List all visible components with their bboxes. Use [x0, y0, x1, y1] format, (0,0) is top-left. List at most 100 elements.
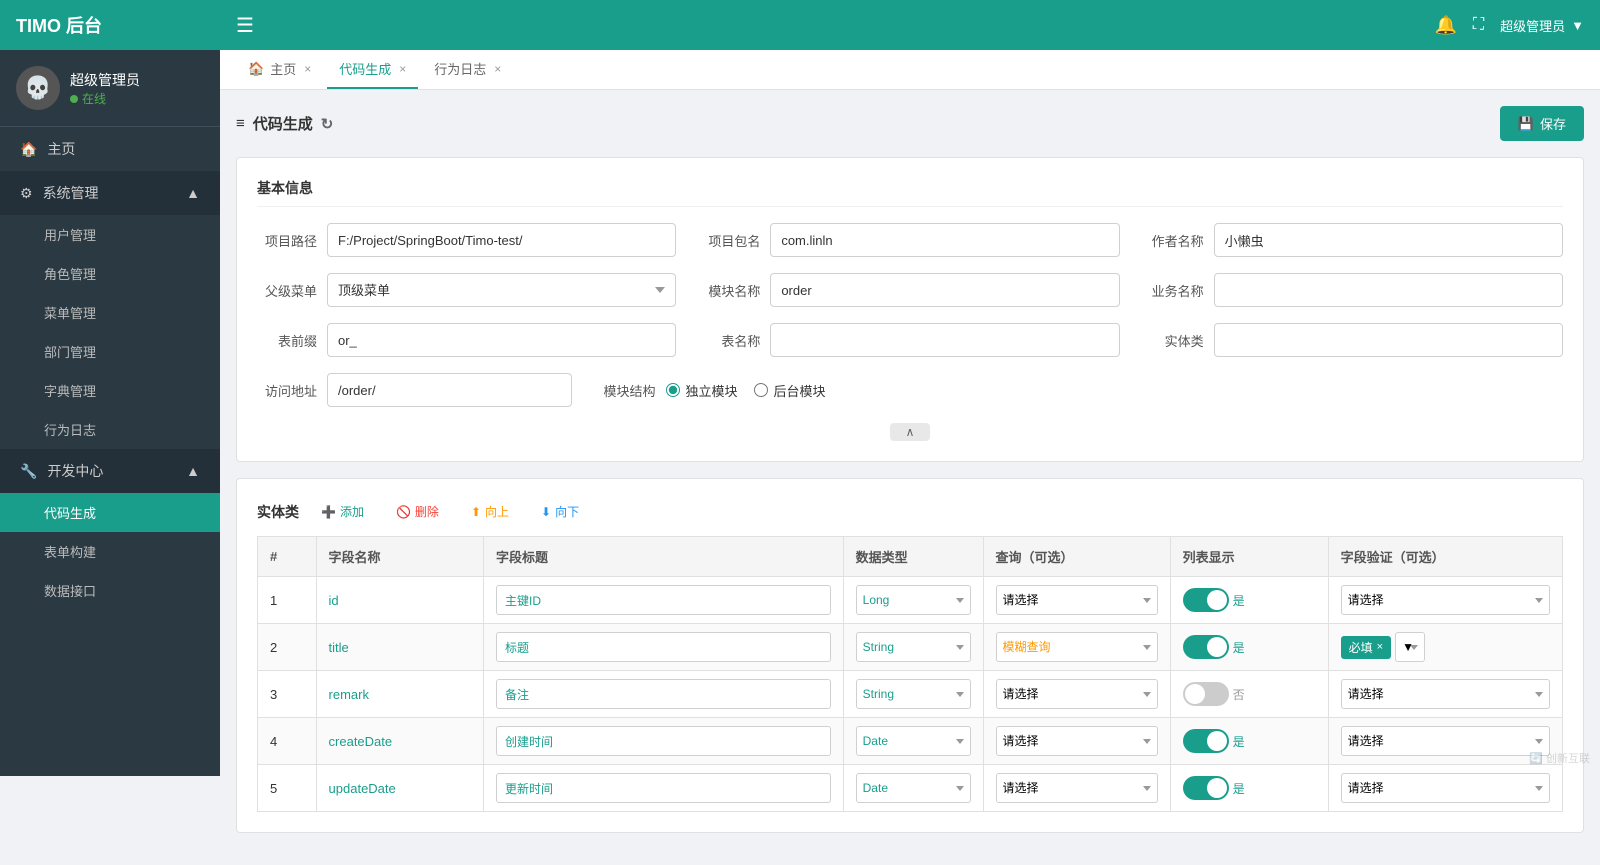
user-status: 在线 [70, 90, 140, 107]
move-down-button[interactable]: ⬇ 向下 [531, 499, 589, 524]
cell-list-display: 否 [1170, 671, 1328, 718]
input-field-title-remark[interactable] [496, 679, 831, 709]
basic-info-title: 基本信息 [257, 178, 1563, 207]
cell-data-type: Long String Date [843, 718, 983, 765]
input-table-prefix[interactable] [327, 323, 676, 357]
select-validation-createdate[interactable]: 请选择 必填 [1341, 726, 1550, 756]
save-button[interactable]: 💾 保存 [1500, 106, 1584, 141]
chevron-up-icon-2: ▲ [186, 463, 200, 479]
toggle-switch-id[interactable] [1183, 588, 1229, 612]
badge-close-required[interactable]: × [1377, 641, 1383, 653]
label-table-name: 表名称 [700, 331, 760, 350]
toggle-switch-title[interactable] [1183, 635, 1229, 659]
input-package-name[interactable] [770, 223, 1119, 257]
code-gen-tab-close[interactable]: × [399, 62, 406, 76]
sidebar-item-data-api[interactable]: 数据接口 [0, 571, 220, 610]
select-query-id[interactable]: 请选择 精确查询 模糊查询 [996, 585, 1158, 615]
behavior-log-tab-close[interactable]: × [494, 62, 501, 76]
home-tab-close[interactable]: × [304, 62, 311, 76]
select-validation-id[interactable]: 请选择 必填 手机号 [1341, 585, 1550, 615]
field-name-id[interactable]: id [329, 593, 339, 608]
add-field-button[interactable]: ➕ 添加 [311, 499, 374, 524]
chevron-up-icon: ▲ [186, 185, 200, 201]
user-dropdown-icon: ▼ [1571, 18, 1584, 33]
sidebar-item-home[interactable]: 🏠 主页 [0, 127, 220, 171]
table-row: 1 id Long String Date Integ [258, 577, 1563, 624]
devcenter-icon: 🔧 [20, 463, 37, 480]
tab-home[interactable]: 🏠 主页 × [236, 51, 323, 89]
select-parent-menu[interactable]: 顶级菜单 [327, 273, 676, 307]
menu-toggle-icon[interactable]: ☰ [236, 13, 254, 38]
input-author[interactable] [1214, 223, 1563, 257]
toggle-switch-remark[interactable] [1183, 682, 1229, 706]
tab-behavior-log[interactable]: 行为日志 × [422, 51, 513, 89]
select-validation-remark[interactable]: 请选择 必填 [1341, 679, 1550, 709]
sidebar-item-dict-mgmt[interactable]: 字典管理 [0, 371, 220, 410]
cell-list-display: 是 [1170, 624, 1328, 671]
cell-field-name: createDate [316, 718, 484, 765]
field-name-title[interactable]: title [329, 640, 349, 655]
input-field-title-id[interactable] [496, 585, 831, 615]
label-project-path: 项目路径 [257, 231, 317, 250]
refresh-icon[interactable]: ↻ [321, 115, 334, 133]
sidebar-item-role-mgmt[interactable]: 角色管理 [0, 254, 220, 293]
radio-standalone[interactable]: 独立模块 [666, 381, 738, 400]
toggle-switch-updatedate[interactable] [1183, 776, 1229, 800]
sidebar-item-behavior-log[interactable]: 行为日志 [0, 410, 220, 449]
radio-group-module: 独立模块 后台模块 [666, 381, 826, 400]
cell-list-display: 是 [1170, 765, 1328, 812]
cell-list-display: 是 [1170, 718, 1328, 765]
home-tab-label: 主页 [270, 59, 296, 78]
input-biz-name[interactable] [1214, 273, 1563, 307]
input-entity-class[interactable] [1214, 323, 1563, 357]
move-up-button[interactable]: ⬆ 向上 [461, 499, 519, 524]
notification-icon[interactable]: 🔔 [1434, 15, 1456, 36]
select-type-createdate[interactable]: Long String Date [856, 726, 971, 756]
select-query-updatedate[interactable]: 请选择 精确查询 模糊查询 [996, 773, 1158, 803]
sidebar-group-system[interactable]: ⚙ 系统管理 ▲ [0, 171, 220, 215]
input-table-name[interactable] [770, 323, 1119, 357]
sidebar-item-dept-mgmt[interactable]: 部门管理 [0, 332, 220, 371]
sidebar-item-user-mgmt[interactable]: 用户管理 [0, 215, 220, 254]
user-info-text: 超级管理员 在线 [70, 70, 140, 107]
select-validation-title[interactable]: ▼ [1395, 632, 1425, 662]
tab-code-gen[interactable]: 代码生成 × [327, 51, 418, 89]
field-name-remark[interactable]: remark [329, 687, 369, 702]
user-menu[interactable]: 超级管理员 ▼ [1500, 16, 1584, 35]
cell-num: 5 [258, 765, 317, 812]
section-title-text: 代码生成 [253, 113, 313, 134]
section-header: ≡ 代码生成 ↻ 💾 保存 [236, 106, 1584, 141]
collapse-arrow[interactable]: ∧ [257, 423, 1563, 441]
select-type-title[interactable]: Long String Date [856, 632, 971, 662]
input-field-title-title[interactable] [496, 632, 831, 662]
select-validation-updatedate[interactable]: 请选择 必填 [1341, 773, 1550, 803]
input-project-path[interactable] [327, 223, 676, 257]
sidebar-item-menu-mgmt[interactable]: 菜单管理 [0, 293, 220, 332]
sidebar-group-devcenter[interactable]: 🔧 开发中心 ▲ [0, 449, 220, 493]
input-module-name[interactable] [770, 273, 1119, 307]
form-group-author: 作者名称 [1144, 223, 1563, 257]
sidebar-item-code-gen[interactable]: 代码生成 [0, 493, 220, 532]
tabbar: 🏠 主页 × 代码生成 × 行为日志 × [220, 50, 1600, 90]
form-group-table-prefix: 表前缀 [257, 323, 676, 357]
radio-backend-input[interactable] [754, 383, 768, 397]
radio-standalone-input[interactable] [666, 383, 680, 397]
select-query-createdate[interactable]: 请选择 精确查询 模糊查询 [996, 726, 1158, 756]
radio-backend[interactable]: 后台模块 [754, 381, 826, 400]
field-name-createdate[interactable]: createDate [329, 734, 393, 749]
fullscreen-icon[interactable]: ⛶ [1473, 16, 1484, 34]
sidebar-item-form-build[interactable]: 表单构建 [0, 532, 220, 571]
toggle-switch-createdate[interactable] [1183, 729, 1229, 753]
delete-field-button[interactable]: 🚫 删除 [386, 499, 449, 524]
select-query-title[interactable]: 请选择 精确查询 模糊查询 [996, 632, 1158, 662]
input-access-url[interactable] [327, 373, 572, 407]
select-query-remark[interactable]: 请选择 精确查询 模糊查询 [996, 679, 1158, 709]
group-system-left: ⚙ 系统管理 [20, 183, 99, 203]
input-field-title-createdate[interactable] [496, 726, 831, 756]
field-name-updatedate[interactable]: updateDate [329, 781, 396, 796]
select-type-updatedate[interactable]: Long String Date [856, 773, 971, 803]
form-row-4: 访问地址 模块结构 独立模块 后台模块 [257, 373, 1563, 407]
input-field-title-updatedate[interactable] [496, 773, 831, 803]
select-type-remark[interactable]: Long String Date [856, 679, 971, 709]
select-type-id[interactable]: Long String Date Integer [856, 585, 971, 615]
